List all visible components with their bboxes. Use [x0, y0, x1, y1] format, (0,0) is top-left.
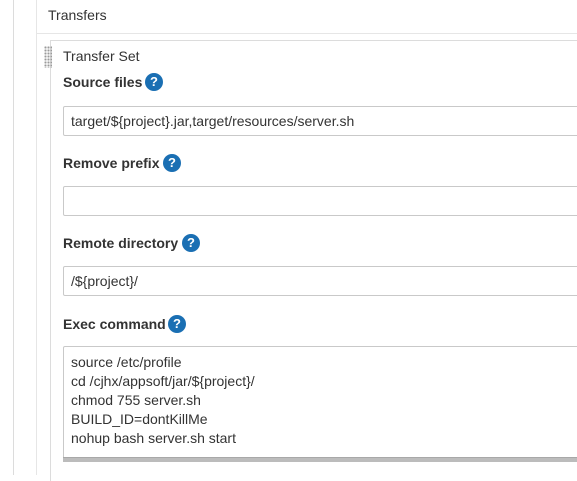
exec-command-textarea[interactable]: source /etc/profile cd /cjhx/appsoft/jar… [63, 346, 577, 459]
exec-command-help-icon[interactable]: ? [168, 315, 186, 333]
exec-command-line: cd /cjhx/appsoft/jar/${project}/ [71, 373, 255, 389]
remote-directory-help-icon[interactable]: ? [182, 234, 200, 252]
exec-command-line: BUILD_ID=dontKillMe [71, 411, 208, 427]
exec-command-line: chmod 755 server.sh [71, 392, 201, 408]
remote-directory-input[interactable]: /${project}/ [63, 266, 577, 296]
drag-handle-icon[interactable] [44, 46, 52, 68]
exec-command-line: source /etc/profile [71, 354, 182, 370]
source-files-help-icon[interactable]: ? [145, 73, 163, 91]
transfer-set-title: Transfer Set [63, 48, 140, 64]
exec-command-label: Exec command [63, 316, 166, 332]
section-rail [36, 0, 37, 475]
remove-prefix-label: Remove prefix [63, 155, 160, 171]
section-title: Transfers [48, 7, 107, 23]
source-files-input[interactable]: target/${project}.jar,target/resources/s… [63, 106, 577, 136]
remove-prefix-help-icon[interactable]: ? [163, 154, 181, 172]
remove-prefix-input[interactable] [63, 186, 577, 216]
outer-rail [13, 0, 14, 475]
source-files-label: Source files [63, 74, 143, 90]
section-header [36, 0, 577, 34]
textarea-resize-handle[interactable] [63, 457, 577, 462]
exec-command-line: nohup bash server.sh start [71, 430, 236, 446]
remote-directory-label: Remote directory [63, 235, 179, 251]
